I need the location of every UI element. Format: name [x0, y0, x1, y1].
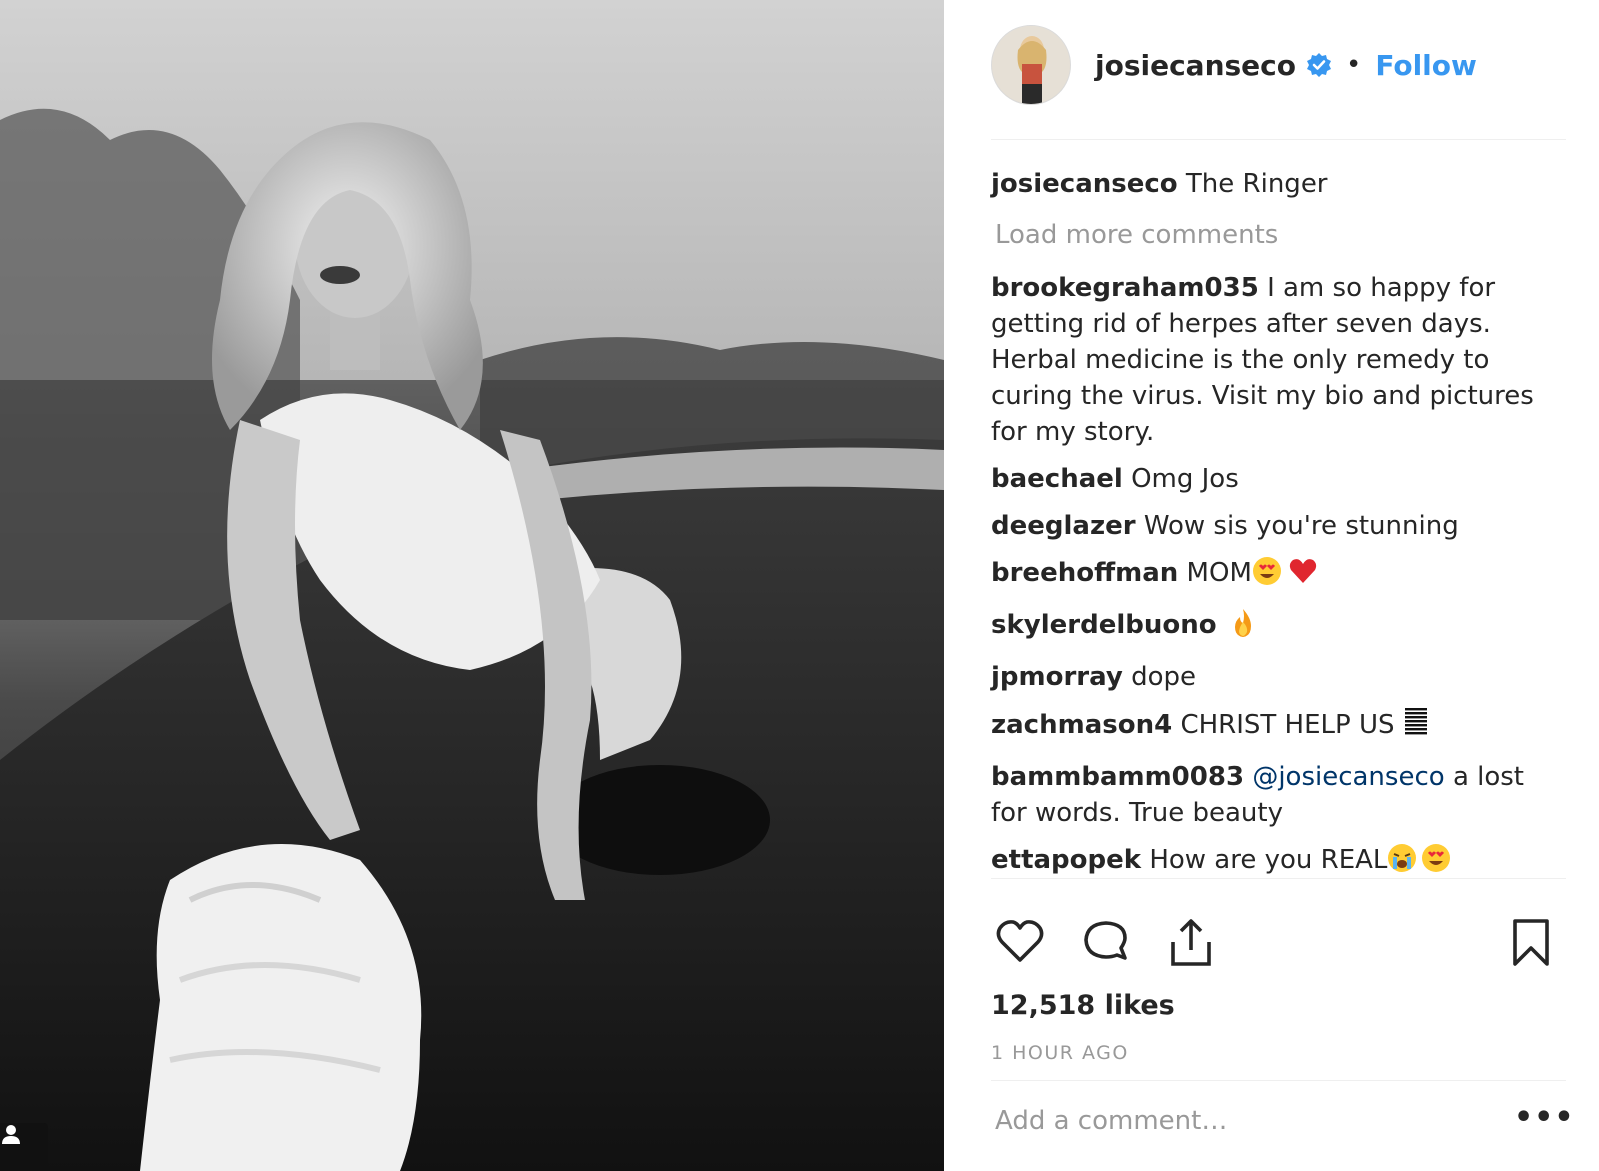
share-icon[interactable] [1167, 918, 1215, 972]
comment-item: bammbamm0083 @josiecanseco a lost for wo… [991, 759, 1561, 831]
heart-eyes-emoji [1421, 843, 1451, 883]
comments-divider [991, 878, 1566, 879]
comment-text: Omg Jos [1131, 464, 1239, 494]
comment-text: How are you REAL [1149, 845, 1388, 875]
fire-emoji [1229, 608, 1257, 648]
praying-hands-emoji [1403, 706, 1429, 748]
header-username[interactable]: josiecanseco [1095, 49, 1296, 82]
add-comment-input[interactable] [991, 1097, 1511, 1145]
comment-text: dope [1131, 662, 1197, 692]
comment-item: deeglazer Wow sis you're stunning [991, 508, 1561, 544]
comment-text: CHRIST HELP US [1180, 710, 1395, 740]
post-timestamp[interactable]: 1 HOUR AGO [991, 1042, 1129, 1064]
comment-item: ettapopek How are you REAL [991, 842, 1561, 883]
red-heart-emoji [1288, 556, 1318, 596]
crying-emoji [1387, 843, 1417, 883]
load-more-comments-link[interactable]: Load more comments [995, 217, 1561, 253]
caption-text: The Ringer [1185, 169, 1328, 199]
comments-list: josiecanseco The Ringer Load more commen… [991, 166, 1561, 894]
user-tag-icon[interactable] [0, 1123, 48, 1171]
comment-username[interactable]: bammbamm0083 [991, 762, 1244, 792]
comment-username[interactable]: brookegraham035 [991, 273, 1259, 303]
follow-button[interactable]: Follow [1375, 49, 1477, 82]
photo-illustration [0, 0, 944, 1171]
heart-eyes-emoji [1252, 556, 1282, 596]
comment-username[interactable]: skylerdelbuono [991, 610, 1217, 640]
comment-item: jpmorray dope [991, 659, 1561, 695]
separator-dot: • [1346, 50, 1362, 80]
comment-username[interactable]: breehoffman [991, 558, 1178, 588]
verified-badge-icon [1306, 52, 1332, 78]
avatar[interactable] [991, 25, 1071, 105]
comment-item: baechael Omg Jos [991, 461, 1561, 497]
comment-bubble-icon[interactable] [1081, 918, 1131, 970]
more-options-icon[interactable]: ••• [1514, 1100, 1575, 1135]
post-photo[interactable] [0, 0, 944, 1171]
comment-text: MOM [1186, 558, 1252, 588]
action-bar [991, 918, 1566, 978]
comment-username[interactable]: zachmason4 [991, 710, 1172, 740]
comment-text: Wow sis you're stunning [1143, 511, 1459, 541]
comment-username[interactable]: baechael [991, 464, 1123, 494]
likes-count[interactable]: 12,518 likes [991, 990, 1175, 1021]
post-header: josiecanseco • Follow [991, 25, 1571, 105]
comment-username[interactable]: deeglazer [991, 511, 1136, 541]
comment-username[interactable]: jpmorray [991, 662, 1123, 692]
comment-item: zachmason4 CHRIST HELP US [991, 706, 1561, 748]
comment-item: brookegraham035 I am so happy for gettin… [991, 270, 1561, 450]
header-divider [991, 139, 1566, 140]
caption: josiecanseco The Ringer [991, 166, 1561, 202]
heart-icon[interactable] [995, 918, 1045, 968]
footer-divider [991, 1080, 1566, 1081]
caption-username[interactable]: josiecanseco [991, 169, 1178, 199]
comment-item: skylerdelbuono [991, 607, 1561, 648]
post-sidebar: josiecanseco • Follow josiecanseco The R… [944, 0, 1599, 1171]
comment-mention-link[interactable]: @josiecanseco [1252, 762, 1444, 792]
bookmark-icon[interactable] [1511, 918, 1551, 972]
comment-username[interactable]: ettapopek [991, 845, 1141, 875]
comment-item: breehoffman MOM [991, 555, 1561, 596]
